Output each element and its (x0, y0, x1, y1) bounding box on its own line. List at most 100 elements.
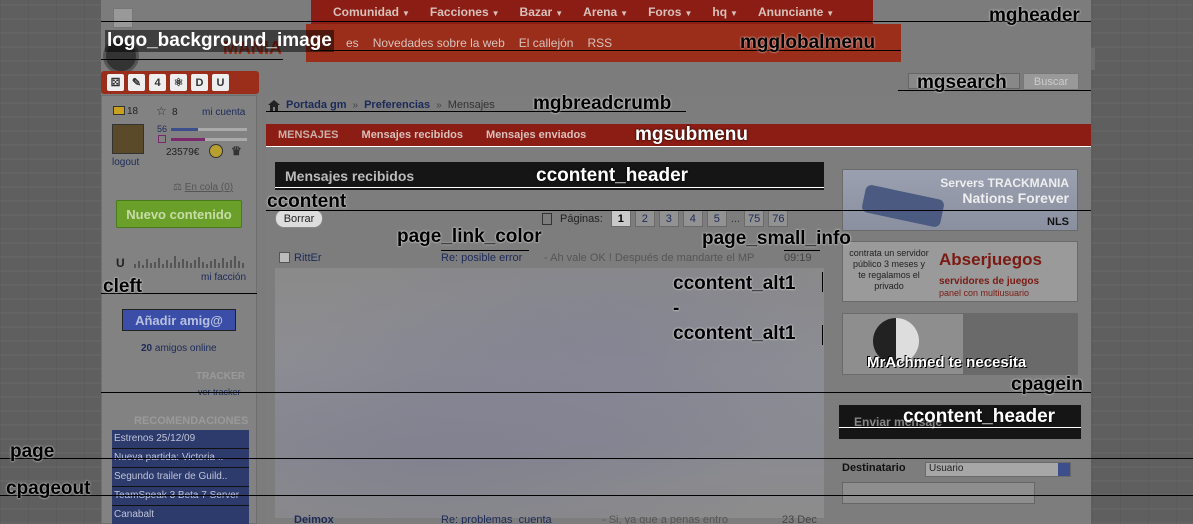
graph-bar (214, 259, 216, 268)
breadcrumb-home-link[interactable]: Portada gm (286, 99, 347, 111)
blur-overlay (275, 268, 824, 518)
page-link[interactable]: 5 (706, 210, 727, 227)
message-subject[interactable]: Re: posible error (441, 252, 522, 264)
ad-abserjuegos[interactable]: contrata un servidor público 3 meses y t… (842, 241, 1078, 302)
chevron-down-icon: ▼ (730, 9, 738, 18)
ad-trackmania[interactable]: Servers TRACKMANIA Nations Forever NLS (842, 169, 1078, 231)
graph-bar (186, 261, 188, 268)
faction-link[interactable]: mi facción (201, 272, 246, 283)
chevron-down-icon (1058, 463, 1070, 476)
page-link[interactable]: 2 (634, 210, 655, 227)
annotation-label: mgheader (989, 5, 1080, 26)
quick-icons-bar: ⚄ ✎ 4 ⚛ D U (101, 71, 259, 94)
faction-icon: U (116, 256, 125, 270)
nav-item-comunidad[interactable]: Comunidad ▼ (323, 5, 420, 19)
breadcrumb-section-link[interactable]: Preferencias (364, 99, 430, 111)
recommendation-item[interactable]: TeamSpeak 3 Beta 7 Server (112, 487, 249, 506)
annotation-label: mgbreadcrumb (533, 93, 672, 114)
graph-bar (158, 258, 160, 268)
breadcrumb-separator-icon: » (436, 99, 442, 111)
content-header-title: Mensajes recibidos (285, 168, 415, 184)
annotation-label: cpagein (1011, 374, 1083, 395)
submenu-mensajes[interactable]: MENSAJES (278, 129, 339, 141)
recommendations-list: Estrenos 25/12/09 Nueva partida: Victori… (112, 430, 249, 524)
new-content-button[interactable]: Nuevo contenido (116, 200, 242, 228)
ad-line: Nations Forever (962, 190, 1069, 206)
page-link[interactable]: 3 (658, 210, 679, 227)
recommendation-item[interactable]: Estrenos 25/12/09 (112, 430, 249, 449)
submenu-enviados[interactable]: Mensajes enviados (486, 129, 586, 141)
submenu-recibidos[interactable]: Mensajes recibidos (362, 129, 464, 141)
ad-subtitle: servidores de juegos (939, 276, 1040, 287)
message-row[interactable]: Deimox Re: problemas_cuenta - Si, ya que… (279, 514, 824, 524)
karma-progress-fill (171, 138, 206, 141)
message-row[interactable]: RittEr Re: posible error - Ah vale OK ! … (279, 252, 824, 266)
mail-icon[interactable] (113, 106, 125, 115)
nav-label: Arena (583, 5, 618, 19)
annotation-label: page_small_info (702, 228, 851, 249)
pagination-ellipsis: ... (730, 212, 740, 225)
chevron-down-icon: ▼ (826, 9, 835, 18)
queue-link[interactable]: ⚖ En cola (0) (173, 182, 233, 193)
message-time: 23 Dec (782, 514, 817, 524)
message-sender[interactable]: Deimox (294, 514, 334, 524)
ad-line: Servers TRACKMANIA (940, 176, 1069, 190)
atom-icon[interactable]: ⚛ (170, 74, 187, 91)
recommendation-item[interactable]: Segundo trailer de Guild.. (112, 468, 249, 487)
nav-item-anunciante[interactable]: Anunciante ▼ (748, 5, 844, 19)
pencil-icon[interactable]: ✎ (128, 74, 145, 91)
global-menu-item-callejon[interactable]: El callejón (519, 36, 574, 50)
annotation-label: logo_background_image (105, 30, 334, 52)
logout-link[interactable]: logout (112, 157, 139, 168)
page-link[interactable]: 76 (768, 210, 789, 227)
level-value: 56 (157, 124, 168, 134)
ad-mrachmed[interactable]: MrAchmed te necesita (842, 313, 1078, 375)
global-menu-item-rss[interactable]: RSS (587, 36, 612, 50)
nav-item-facciones[interactable]: Facciones ▼ (420, 5, 510, 19)
message-checkbox[interactable] (279, 252, 290, 263)
d-icon[interactable]: D (191, 74, 208, 91)
dice-icon[interactable]: ⚄ (107, 74, 124, 91)
recipient-input[interactable] (842, 482, 1035, 504)
nav-label: Bazar (519, 5, 553, 19)
annotation-line (266, 210, 1091, 211)
annotation-line (266, 146, 1091, 147)
graph-bar (234, 256, 236, 268)
message-preview: - Ah vale OK ! Después de mandarte el MP (544, 252, 755, 264)
graph-bar (146, 259, 148, 268)
global-menu-item-novedades[interactable]: Novedades sobre la web (373, 36, 505, 50)
avatar[interactable] (112, 124, 144, 154)
annotation-label: ccontent_alt1 (673, 323, 796, 344)
graph-bar (170, 263, 172, 268)
nav-item-hq[interactable]: hq ▼ (702, 5, 748, 19)
friends-online[interactable]: 20 amigos online (141, 343, 217, 354)
page-link[interactable]: 1 (610, 210, 631, 227)
graph-bar (190, 263, 192, 268)
message-sender[interactable]: RittEr (294, 252, 322, 264)
annotation-line (101, 59, 283, 60)
add-friend-button[interactable]: Añadir amig@ (122, 309, 236, 331)
credits-value: 23579€ (166, 147, 200, 158)
global-menu-item[interactable]: es (346, 36, 359, 50)
nav-item-bazar[interactable]: Bazar ▼ (510, 5, 574, 19)
breadcrumb-separator-icon: » (352, 99, 359, 111)
search-button[interactable]: Buscar (1023, 73, 1079, 90)
level-progress-fill (171, 128, 198, 131)
nav-item-foros[interactable]: Foros ▼ (638, 5, 702, 19)
u-icon[interactable]: U (212, 74, 229, 91)
nav-item-arena[interactable]: Arena ▼ (573, 5, 638, 19)
graph-bar (218, 263, 220, 268)
recipient-label: Destinatario (842, 462, 906, 474)
annotation-label: page (10, 441, 55, 462)
page-link[interactable]: 4 (682, 210, 703, 227)
account-link[interactable]: mi cuenta (202, 107, 245, 118)
recommendation-item[interactable]: Canabalt (112, 506, 249, 524)
message-subject[interactable]: Re: problemas_cuenta (441, 514, 552, 524)
chevron-down-icon: ▼ (684, 9, 693, 18)
four-icon[interactable]: 4 (149, 74, 166, 91)
recipient-select[interactable]: Usuario (925, 462, 1071, 477)
page-link[interactable]: 75 (743, 210, 765, 227)
graph-bar (174, 256, 176, 268)
breadcrumb-current: Mensajes (447, 99, 495, 111)
tracker-title: TRACKER (196, 371, 245, 382)
